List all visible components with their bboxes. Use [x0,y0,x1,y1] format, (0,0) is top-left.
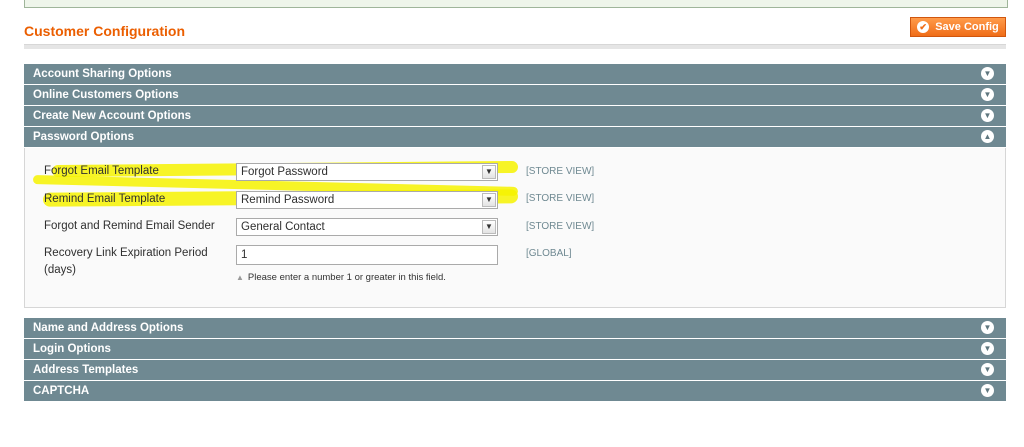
section-label: Login Options [33,343,111,355]
section-label: Name and Address Options [33,322,184,334]
section-label: Create New Account Options [33,110,192,122]
remind-template-select[interactable]: Remind Password ▼ [236,191,498,209]
title-divider [24,44,1006,49]
section-login-options[interactable]: Login Options ▼ [24,339,1006,359]
section-password-options[interactable]: Password Options ▲ [24,127,1006,147]
chevron-down-icon: ▼ [482,220,496,234]
expiration-label-line1: Recovery Link Expiration Period [44,247,208,259]
chevron-down-icon: ▼ [482,165,496,179]
validation-hint-text: Please enter a number 1 or greater in th… [247,272,446,283]
checkmark-icon: ✔ [917,21,930,33]
collapse-icon[interactable]: ▲ [981,130,994,143]
expiration-input[interactable]: 1 [236,245,498,265]
expand-icon[interactable]: ▼ [981,321,994,334]
top-notice-bar [24,0,1008,8]
section-label: Address Templates [33,364,139,376]
expand-icon[interactable]: ▼ [981,67,994,80]
section-label: CAPTCHA [33,385,90,397]
scope-label: [STORE VIEW] [526,193,595,204]
section-label: Online Customers Options [33,89,179,101]
scope-label: [GLOBAL] [526,248,572,259]
page-title: Customer Configuration [24,23,185,39]
section-online-customers[interactable]: Online Customers Options ▼ [24,85,1006,105]
expand-icon[interactable]: ▼ [981,88,994,101]
save-config-label: Save Config [935,21,999,33]
validation-hint: ▲ Please enter a number 1 or greater in t… [236,272,446,283]
expiration-label-line2: (days) [44,264,76,276]
section-label: Password Options [33,131,134,143]
password-options-fieldset: Forgot Email Template Forgot Password ▼ … [24,148,1006,308]
section-name-address[interactable]: Name and Address Options ▼ [24,318,1006,338]
scope-label: [STORE VIEW] [526,221,595,232]
email-sender-label: Forgot and Remind Email Sender [44,220,215,232]
expand-icon[interactable]: ▼ [981,384,994,397]
forgot-template-select[interactable]: Forgot Password ▼ [236,163,498,181]
expand-icon[interactable]: ▼ [981,363,994,376]
remind-template-label: Remind Email Template [44,193,166,205]
chevron-down-icon: ▼ [482,193,496,207]
save-config-button[interactable]: ✔ Save Config [910,17,1006,37]
section-account-sharing[interactable]: Account Sharing Options ▼ [24,64,1006,84]
expand-icon[interactable]: ▼ [981,109,994,122]
email-sender-select[interactable]: General Contact ▼ [236,218,498,236]
warning-triangle-icon: ▲ [236,273,244,282]
forgot-template-label: Forgot Email Template [44,165,159,177]
section-captcha[interactable]: CAPTCHA ▼ [24,381,1006,401]
expand-icon[interactable]: ▼ [981,342,994,355]
section-label: Account Sharing Options [33,68,172,80]
section-create-new-account[interactable]: Create New Account Options ▼ [24,106,1006,126]
forgot-template-value: Forgot Password [241,166,328,178]
email-sender-value: General Contact [241,221,325,233]
config-sections: Account Sharing Options ▼ Online Custome… [24,64,1006,402]
section-address-templates[interactable]: Address Templates ▼ [24,360,1006,380]
scope-label: [STORE VIEW] [526,166,595,177]
remind-template-value: Remind Password [241,194,335,206]
